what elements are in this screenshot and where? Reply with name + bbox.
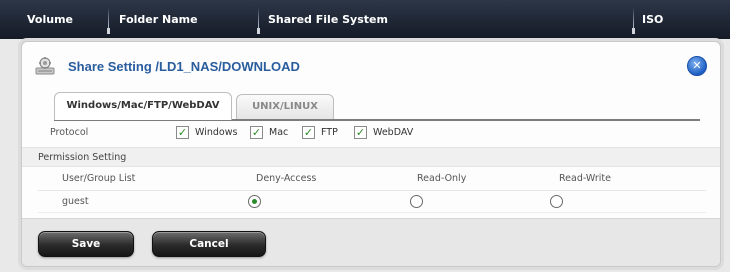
protocol-option-windows[interactable]: ✓ Windows <box>176 126 237 139</box>
checkbox-mac[interactable]: ✓ <box>250 126 263 139</box>
column-deny-access: Deny-Access <box>256 173 317 184</box>
dialog-header: Share Setting /LD1_NAS/DOWNLOAD <box>34 54 300 78</box>
checkbox-label: Mac <box>269 127 289 138</box>
share-settings-icon <box>35 57 55 75</box>
close-icon[interactable]: ✕ <box>687 56 707 76</box>
column-user-group-list: User/Group List <box>62 173 136 184</box>
permission-section-label: Permission Setting <box>38 152 127 163</box>
checkbox-label: Windows <box>195 127 238 138</box>
protocol-row: Protocol ✓ Windows ✓ Mac ✓ FTP ✓ WebDAV <box>32 124 712 142</box>
radio-deny-access-guest[interactable] <box>248 195 261 208</box>
dialog-title: Share Setting /LD1_NAS/DOWNLOAD <box>68 58 300 74</box>
tab-windows-mac-ftp-webdav[interactable]: Windows/Mac/FTP/WebDAV <box>54 92 232 120</box>
permission-section-header: Permission Setting <box>22 147 720 167</box>
column-header-iso[interactable]: ISO <box>642 0 663 39</box>
table-header-bar: Volume Folder Name Shared File System IS… <box>0 0 730 39</box>
protocol-option-ftp[interactable]: ✓ FTP <box>302 126 338 139</box>
user-name-guest: guest <box>62 196 89 207</box>
column-divider <box>632 8 635 34</box>
cancel-button[interactable]: Cancel <box>152 231 266 257</box>
protocol-option-mac[interactable]: ✓ Mac <box>250 126 288 139</box>
column-header-volume[interactable]: Volume <box>27 0 73 39</box>
divider <box>38 190 706 191</box>
checkbox-webdav[interactable]: ✓ <box>354 126 367 139</box>
radio-read-only-guest[interactable] <box>410 195 423 208</box>
protocol-label: Protocol <box>50 127 89 138</box>
share-setting-dialog: Share Setting /LD1_NAS/DOWNLOAD ✕ Window… <box>21 41 721 267</box>
checkbox-ftp[interactable]: ✓ <box>302 126 315 139</box>
protocol-option-webdav[interactable]: ✓ WebDAV <box>354 126 413 139</box>
divider <box>38 212 706 213</box>
radio-read-write-guest[interactable] <box>550 195 563 208</box>
save-button[interactable]: Save <box>38 231 134 257</box>
dialog-footer: Save Cancel <box>22 218 720 266</box>
column-header-folder-name[interactable]: Folder Name <box>119 0 198 39</box>
checkbox-label: FTP <box>321 127 338 138</box>
checkbox-windows[interactable]: ✓ <box>176 126 189 139</box>
column-read-only: Read-Only <box>417 173 467 184</box>
tab-unix-linux[interactable]: UNIX/LINUX <box>236 94 334 120</box>
column-divider <box>257 8 260 34</box>
column-read-write: Read-Write <box>559 173 611 184</box>
checkbox-label: WebDAV <box>373 127 414 138</box>
column-divider <box>107 8 110 34</box>
column-header-shared-file-system[interactable]: Shared File System <box>268 0 388 39</box>
